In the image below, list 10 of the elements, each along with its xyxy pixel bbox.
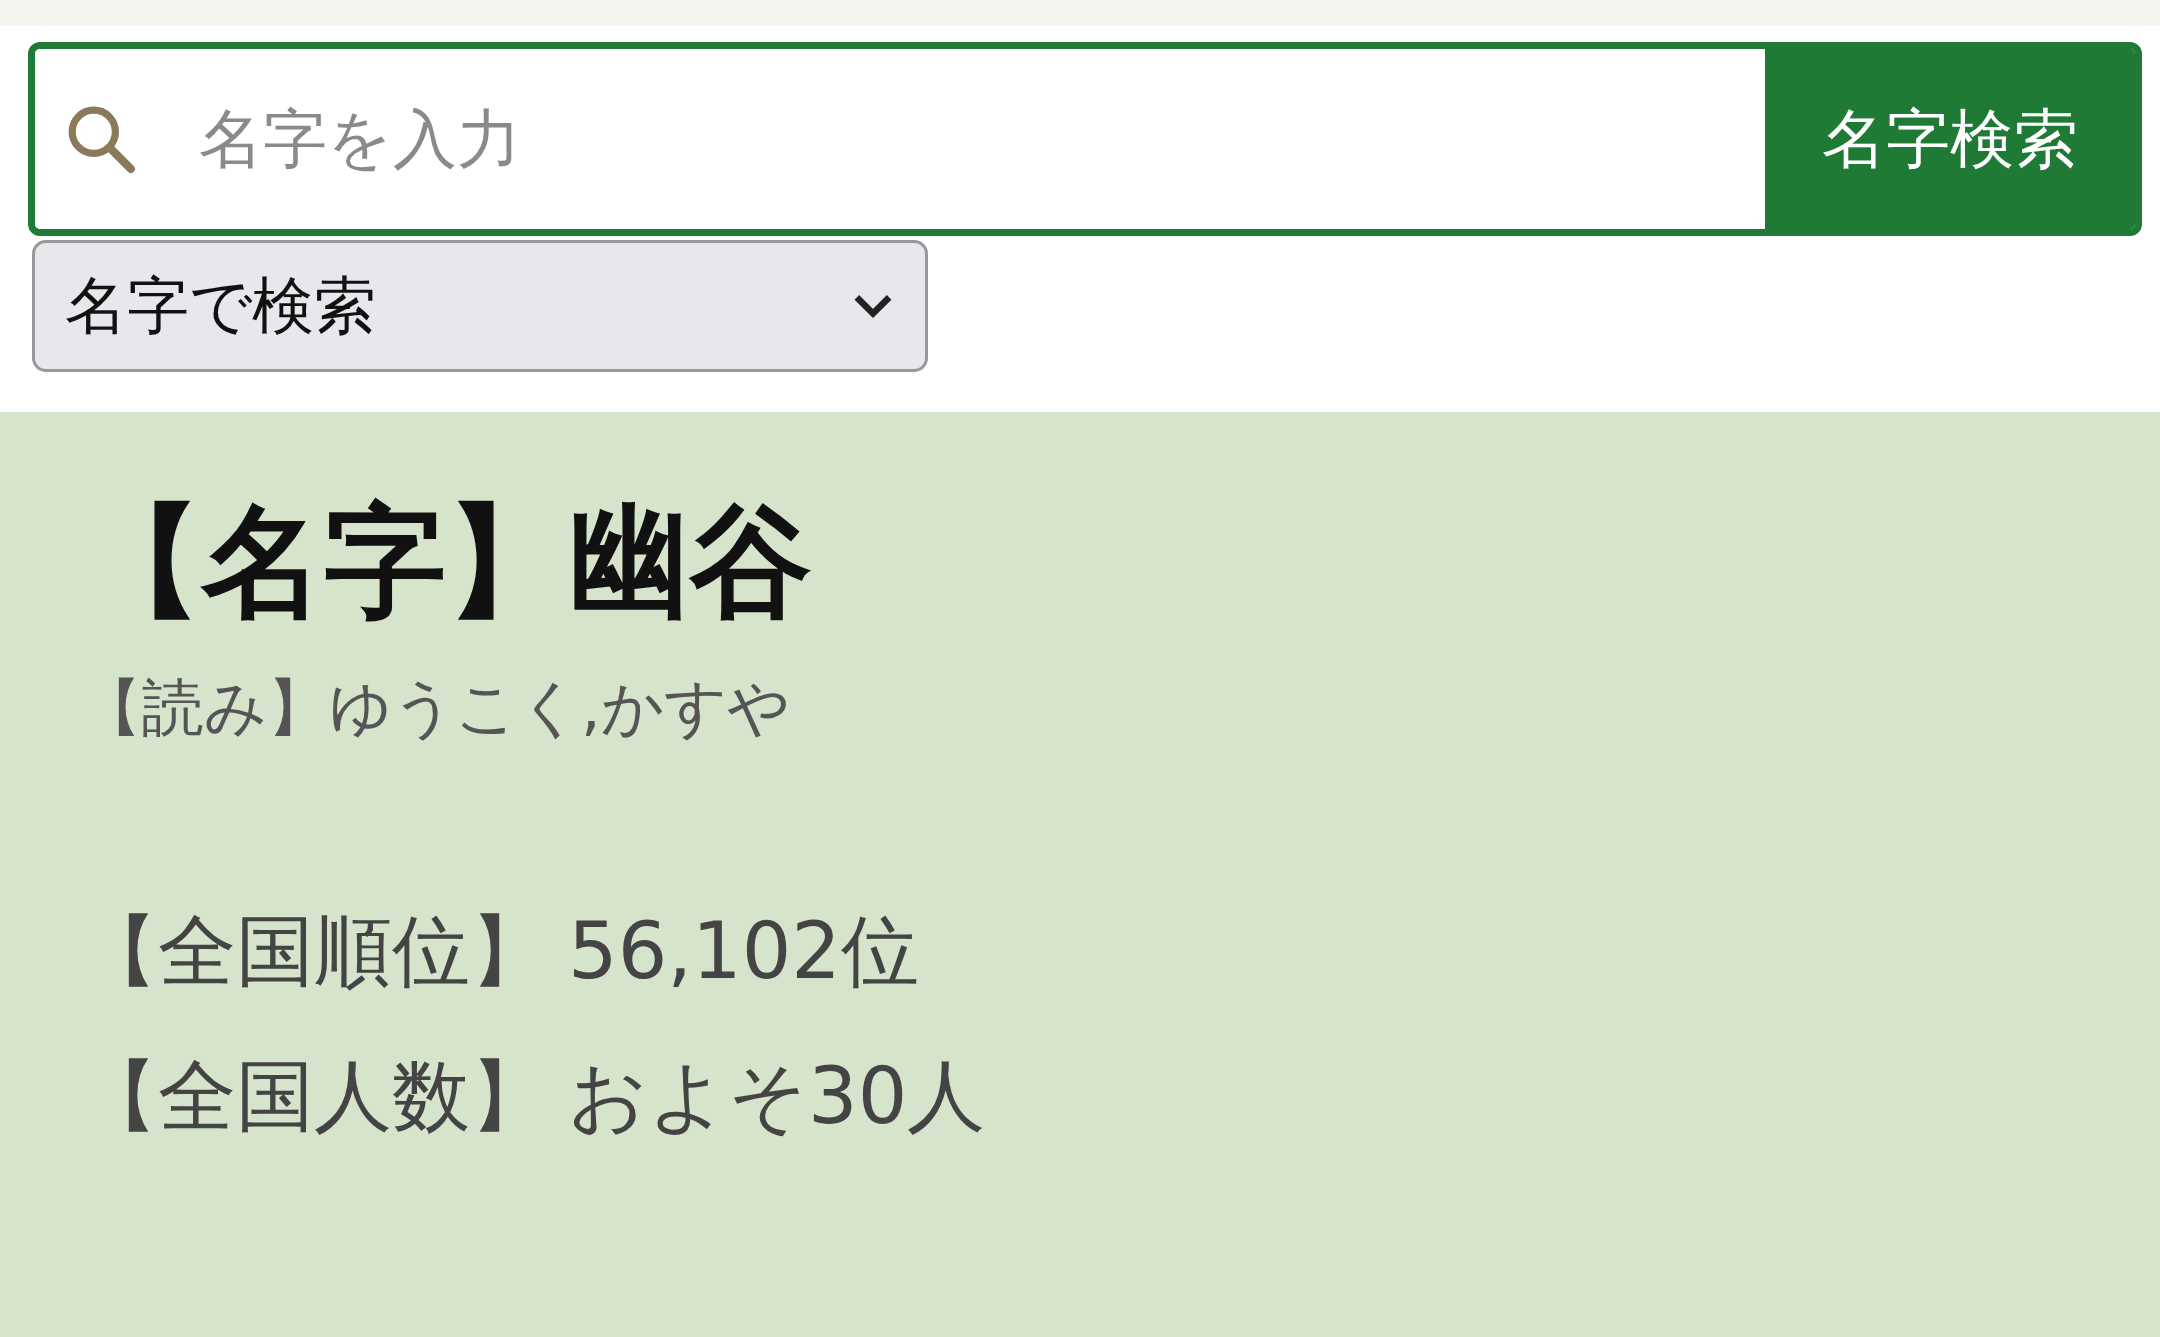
search-field[interactable]: 名字を入力 名字検索 (28, 42, 2142, 236)
stat-value: およそ30人 (568, 1051, 986, 1141)
reading-text: 【読み】ゆうこく,かすや (80, 670, 791, 746)
surname-title: 【名字】幽谷 (80, 490, 813, 635)
search-button[interactable]: 名字検索 (1765, 49, 2135, 229)
stat-label: 【全国人数】 (80, 1051, 548, 1141)
stat-value: 56,102位 (568, 906, 919, 996)
stat-label: 【全国順位】 (80, 906, 548, 996)
search-input[interactable]: 名字を入力 (197, 49, 1765, 229)
search-mode-dropdown[interactable]: 名字で検索 (32, 240, 928, 372)
